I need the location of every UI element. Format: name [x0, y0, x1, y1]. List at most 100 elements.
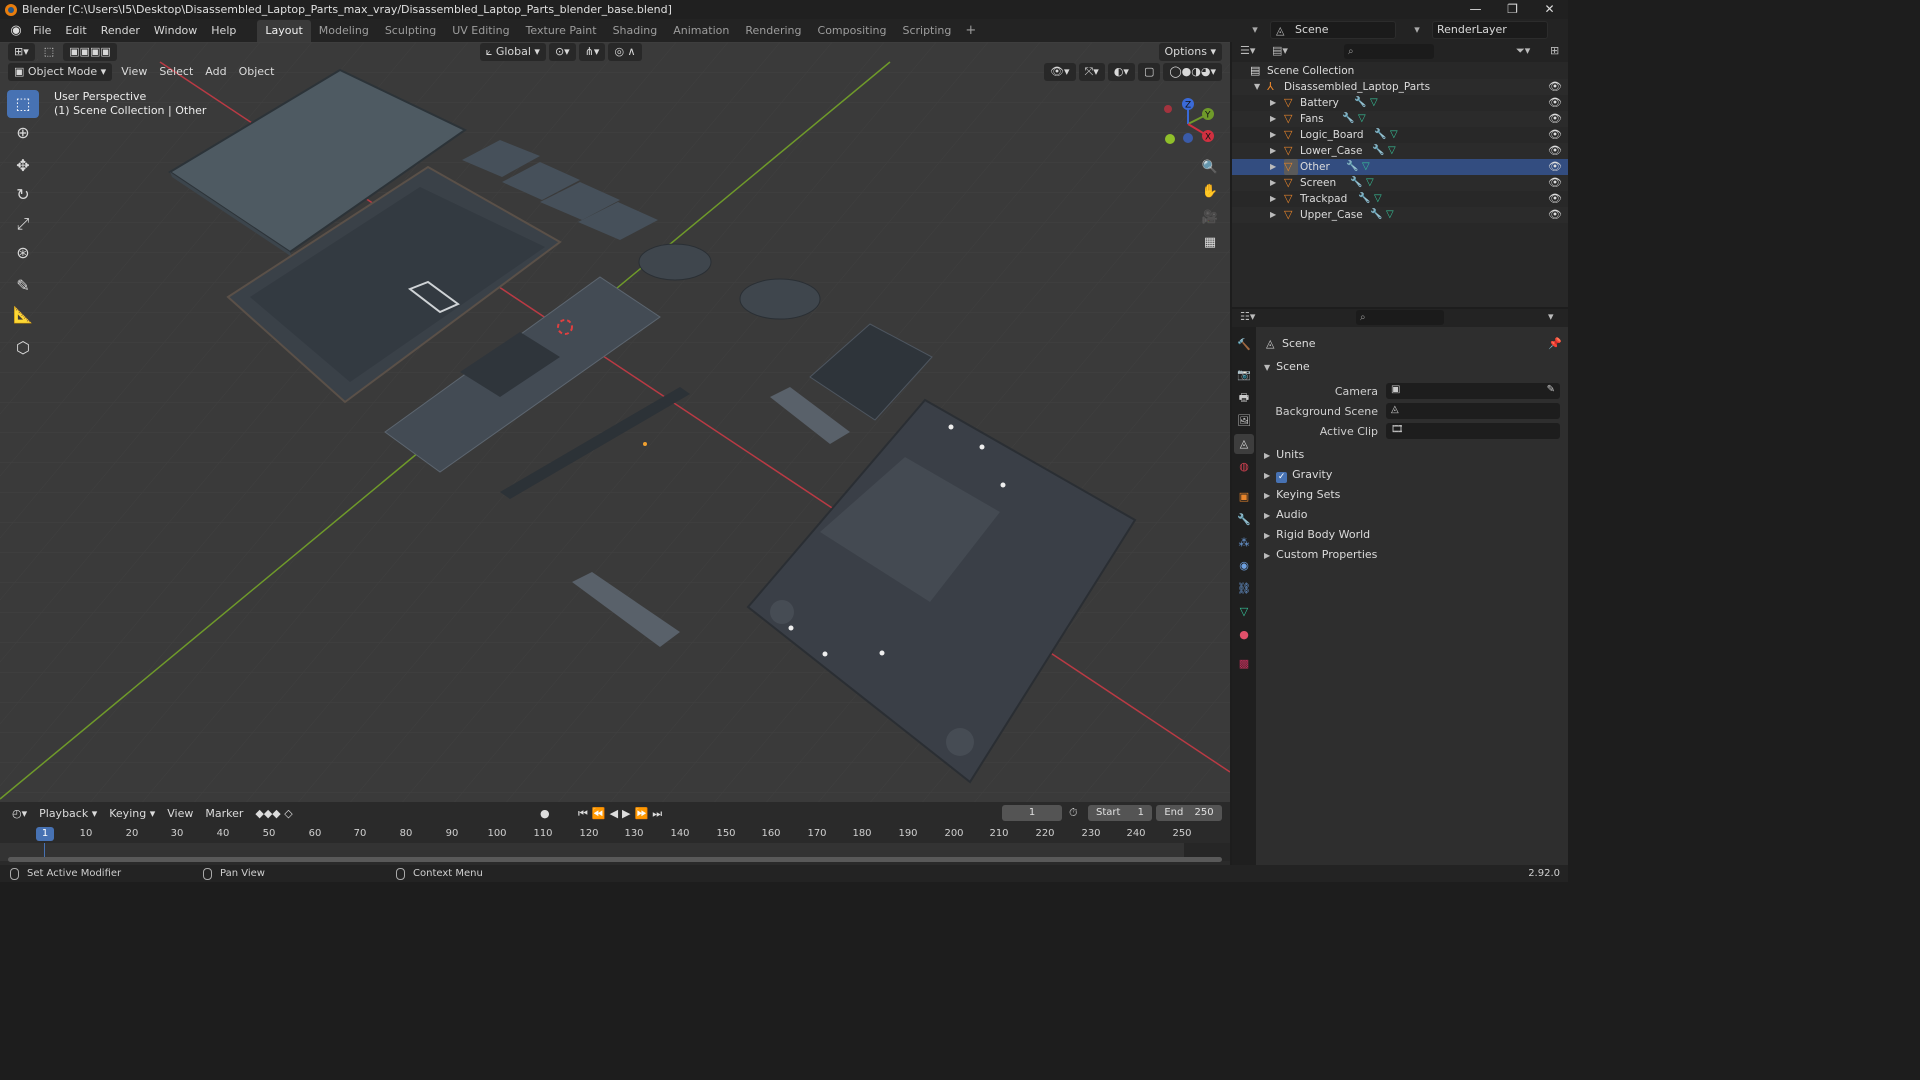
custom-properties-panel-header[interactable]: ▶ Custom Properties — [1256, 545, 1568, 565]
ortho-toggle-icon[interactable]: ▦ — [1200, 233, 1220, 253]
playhead[interactable]: 1 — [36, 827, 54, 841]
gizmo-toggle-icon[interactable]: ⤧▾ — [1078, 63, 1105, 81]
modifier-icon[interactable]: 🔧 — [1346, 159, 1358, 175]
camera-view-icon[interactable]: 🎥 — [1200, 208, 1220, 228]
tab-scripting[interactable]: Scripting — [894, 20, 959, 42]
expand-right-icon[interactable]: ▶ — [1270, 143, 1280, 159]
units-panel-header[interactable]: ▶ Units — [1256, 445, 1568, 465]
modifier-icon[interactable]: 🔧 — [1374, 127, 1386, 143]
scale-tool-icon[interactable]: ⤢ — [7, 210, 39, 238]
pivot-point-icon[interactable]: ⊙▾ — [548, 43, 576, 61]
modifier-icon[interactable]: 🔧 — [1350, 175, 1362, 191]
scene-panel-header[interactable]: ▼ Scene — [1256, 357, 1568, 377]
view-layer-selector[interactable]: RenderLayer — [1432, 21, 1548, 39]
mesh-data-icon[interactable]: ▽ — [1366, 175, 1374, 191]
menu-marker[interactable]: Marker — [199, 805, 249, 823]
tab-texture-paint[interactable]: Texture Paint — [518, 20, 605, 42]
close-button[interactable]: ✕ — [1531, 0, 1568, 19]
properties-editor-icon[interactable]: ☷▾ — [1240, 310, 1255, 323]
keying-sets-panel-header[interactable]: ▶ Keying Sets — [1256, 485, 1568, 505]
outliner-object-row[interactable]: ▶ ▽ Battery 🔧 ▽ 👁 — [1232, 95, 1568, 111]
clock-icon[interactable]: ⏱ — [1069, 806, 1078, 820]
options-button[interactable]: Options ▾ — [1158, 43, 1222, 61]
fan-right[interactable] — [739, 278, 821, 320]
tab-shading[interactable]: Shading — [605, 20, 666, 42]
cursor-tool-icon[interactable]: ⊕ — [7, 119, 39, 147]
camera-field[interactable]: ▣ ✎ — [1386, 383, 1560, 399]
expand-down-icon[interactable]: ▼ — [1254, 79, 1264, 95]
outliner-object-row[interactable]: ▶ ▽ Lower_Case 🔧 ▽ 👁 — [1232, 143, 1568, 159]
rotate-tool-icon[interactable]: ↻ — [7, 181, 39, 209]
world-tab-icon[interactable]: ◍ — [1234, 457, 1254, 477]
overlays-icon[interactable]: ◐▾ — [1107, 63, 1135, 81]
outliner-search-input[interactable]: ⌕ — [1344, 44, 1434, 59]
blender-logo-icon[interactable]: ◉ — [6, 21, 26, 41]
visibility-eye-icon[interactable]: 👁 — [1548, 143, 1562, 159]
mesh-data-icon[interactable]: ▽ — [1388, 143, 1396, 159]
visibility-icon[interactable]: 👁▾ — [1044, 63, 1076, 81]
record-icon[interactable]: ● — [540, 807, 550, 820]
display-mode-icon[interactable]: ▤▾ — [1272, 44, 1288, 57]
expand-right-icon[interactable]: ▶ — [1270, 191, 1280, 207]
visibility-eye-icon[interactable]: 👁 — [1548, 95, 1562, 111]
menu-view[interactable]: View — [115, 63, 153, 81]
gravity-checkbox[interactable]: ✓ — [1276, 472, 1288, 483]
outliner-scene-collection[interactable]: ▤ Scene Collection — [1232, 63, 1568, 79]
maximize-button[interactable]: ❐ — [1494, 0, 1531, 19]
view-layer-tab-icon[interactable]: 🖼 — [1234, 411, 1254, 431]
outliner-object-row[interactable]: ▶ ▽ Upper_Case 🔧 ▽ 👁 — [1232, 207, 1568, 223]
modifier-icon[interactable]: 🔧 — [1372, 143, 1384, 159]
annotate-tool-icon[interactable]: ✎ — [7, 272, 39, 300]
menu-add[interactable]: Add — [199, 63, 232, 81]
transform-tool-icon[interactable]: ⊛ — [7, 239, 39, 267]
rigid-body-world-panel-header[interactable]: ▶ Rigid Body World — [1256, 525, 1568, 545]
menu-help[interactable]: Help — [204, 20, 243, 42]
add-workspace-button[interactable]: + — [959, 20, 982, 42]
new-collection-icon[interactable]: ⊞ — [1550, 44, 1559, 57]
add-cube-tool-icon[interactable]: ⬡ — [7, 334, 39, 362]
mesh-data-icon[interactable]: ▽ — [1362, 159, 1370, 175]
tab-compositing[interactable]: Compositing — [810, 20, 895, 42]
tab-sculpting[interactable]: Sculpting — [377, 20, 444, 42]
output-tab-icon[interactable]: 🖶 — [1234, 388, 1254, 408]
current-frame-field[interactable]: 1 — [1002, 805, 1062, 821]
view-layer-browse-icon[interactable]: ▾ — [1410, 23, 1424, 37]
menu-file[interactable]: File — [26, 20, 58, 42]
eyedropper-icon[interactable]: ✎ — [1547, 384, 1555, 395]
tool-tab-icon[interactable]: 🔨 — [1234, 335, 1254, 355]
constraints-tab-icon[interactable]: ⛓ — [1234, 579, 1254, 599]
visibility-eye-icon[interactable]: 👁 — [1548, 127, 1562, 143]
keyframe-icons[interactable]: ◆◆◆ ◇ — [249, 805, 298, 823]
tab-animation[interactable]: Animation — [665, 20, 737, 42]
modifiers-tab-icon[interactable]: 🔧 — [1234, 510, 1254, 530]
measure-tool-icon[interactable]: 📐 — [7, 301, 39, 329]
navigation-gizmo[interactable]: Y Z X — [1160, 92, 1220, 152]
material-tab-icon[interactable]: ● — [1234, 625, 1254, 645]
end-frame-field[interactable]: End 250 — [1156, 805, 1222, 821]
gizmo-neg-y-icon[interactable] — [1165, 134, 1175, 144]
particles-tab-icon[interactable]: ⁂ — [1234, 533, 1254, 553]
visibility-eye-icon[interactable]: 👁 — [1548, 191, 1562, 207]
mesh-data-icon[interactable]: ▽ — [1358, 111, 1366, 127]
select-box-tool-icon[interactable]: ⬚ — [37, 43, 61, 61]
start-frame-field[interactable]: Start 1 — [1088, 805, 1152, 821]
menu-timeline-view[interactable]: View — [161, 805, 199, 823]
outliner-object-row[interactable]: ▶ ▽ Logic_Board 🔧 ▽ 👁 — [1232, 127, 1568, 143]
render-tab-icon[interactable]: 📷 — [1234, 365, 1254, 385]
gravity-panel-header[interactable]: ▶ ✓ Gravity — [1256, 465, 1568, 485]
timeline-editor-icon[interactable]: ◴▾ — [6, 805, 33, 823]
expand-right-icon[interactable]: ▶ — [1270, 127, 1280, 143]
object-mode-dropdown[interactable]: ▣ Object Mode ▾ — [8, 63, 113, 81]
mesh-data-icon[interactable]: ▽ — [1390, 127, 1398, 143]
outliner-object-row-selected[interactable]: ▶ ▽ Other 🔧 ▽ 👁 — [1232, 159, 1568, 175]
outliner-object-row[interactable]: ▶ ▽ Screen 🔧 ▽ 👁 — [1232, 175, 1568, 191]
scene-tab-icon[interactable]: ◬ — [1234, 434, 1254, 454]
expand-right-icon[interactable]: ▶ — [1270, 159, 1280, 175]
snap-icon[interactable]: ⋔▾ — [578, 43, 606, 61]
background-scene-field[interactable]: ◬ — [1386, 403, 1560, 419]
expand-right-icon[interactable]: ▶ — [1270, 175, 1280, 191]
texture-tab-icon[interactable]: ▩ — [1234, 654, 1254, 674]
outliner-editor-icon[interactable]: ☰▾ — [1240, 44, 1255, 57]
selection-mode-icons[interactable]: ▣▣▣▣ — [63, 43, 117, 61]
gizmo-neg-z-icon[interactable] — [1183, 133, 1193, 143]
